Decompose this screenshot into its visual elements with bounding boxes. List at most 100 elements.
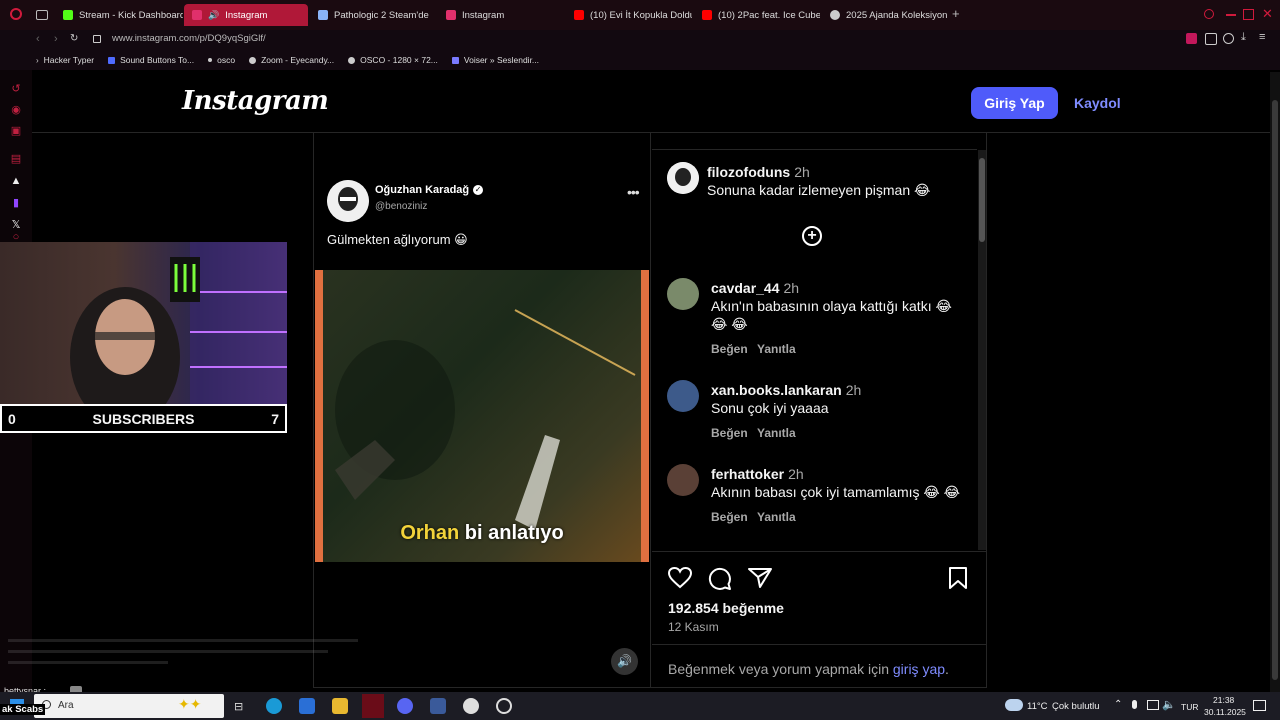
- store-icon[interactable]: [299, 698, 315, 714]
- weather-cloud-icon[interactable]: [1005, 699, 1023, 711]
- tab-pathologic-steam[interactable]: Pathologic 2 Steam'de: [310, 4, 436, 26]
- comment-avatar[interactable]: [667, 464, 699, 496]
- comment-header: cavdar_44 2h: [711, 280, 799, 296]
- comment-like-button[interactable]: Beğen: [711, 342, 748, 356]
- comment-reply-button[interactable]: Yanıtla: [757, 342, 796, 356]
- author-avatar[interactable]: [327, 180, 369, 222]
- clock-time[interactable]: 21:38: [1213, 695, 1234, 705]
- address-bar-row: ‹ › ↻ www.instagram.com/p/DQ9yqSgiGlf/ ⤓…: [0, 30, 1280, 50]
- login-prompt-link[interactable]: giriş yap: [893, 661, 945, 677]
- clock-date[interactable]: 30.11.2025: [1204, 707, 1246, 717]
- tab-overview-icon[interactable]: [36, 10, 48, 20]
- tab-youtube-2[interactable]: (10) 2Pac feat. Ice Cube: [694, 4, 820, 26]
- tray-chevron-icon[interactable]: ⌃: [1114, 699, 1122, 710]
- bookmark-zoom-eyecandy[interactable]: Zoom - Eyecandy...: [249, 55, 334, 65]
- forward-icon[interactable]: ›: [54, 33, 58, 45]
- close-window-button[interactable]: ✕: [1262, 6, 1273, 22]
- post-caption: Gülmekten ağlıyorum 😀: [327, 232, 468, 247]
- comment-avatar[interactable]: [667, 380, 699, 412]
- notifications-icon[interactable]: [1253, 700, 1266, 711]
- comment-reply-button[interactable]: Yanıtla: [757, 426, 796, 440]
- tab-instagram-active[interactable]: 🔊 Instagram: [184, 4, 308, 26]
- discord-icon[interactable]: [397, 698, 413, 714]
- comment-username[interactable]: ferhattoker: [711, 466, 784, 482]
- maximize-button[interactable]: [1243, 9, 1254, 20]
- comment-username[interactable]: cavdar_44: [711, 280, 780, 296]
- comment-username[interactable]: xan.books.lankaran: [711, 382, 842, 398]
- bookmark-voiser[interactable]: Voiser » Seslendir...: [451, 55, 539, 65]
- profile-icon[interactable]: [1223, 33, 1234, 44]
- tab-kick-dashboard[interactable]: Stream - Kick Dashboard: [55, 4, 183, 26]
- sidebar-aria-icon[interactable]: ▲: [9, 174, 23, 188]
- download-icon[interactable]: ⤓: [1241, 31, 1246, 44]
- file-explorer-icon[interactable]: [332, 698, 348, 714]
- sidebar-history-icon[interactable]: ↺: [9, 82, 23, 96]
- author-name[interactable]: Oğuzhan Karadağ: [375, 184, 469, 196]
- video-subtitle: Orhan bi anlatıyo: [400, 522, 564, 544]
- tab-youtube-1[interactable]: (10) Evi İt Kopukla Doldur: [566, 4, 692, 26]
- author-handle[interactable]: @benoziniz: [375, 201, 427, 212]
- new-tab-button[interactable]: +: [952, 7, 960, 20]
- back-icon[interactable]: ‹: [36, 33, 40, 45]
- login-prompt: Beğenmek veya yorum yapmak için giriş ya…: [668, 661, 949, 677]
- taskbar-search-box[interactable]: Ara ✦✦: [34, 694, 224, 718]
- instagram-icon: [446, 10, 456, 20]
- bookmark-osco[interactable]: osco: [208, 55, 235, 65]
- youtube-icon: [574, 10, 584, 20]
- comment-avatar[interactable]: [667, 162, 699, 194]
- comment-like-button[interactable]: Beğen: [711, 510, 748, 524]
- likes-count[interactable]: 192.854 beğenme: [668, 600, 784, 616]
- microphone-icon[interactable]: [1132, 700, 1137, 709]
- opera-logo-icon[interactable]: [10, 8, 22, 20]
- bookmark-osco-1280[interactable]: OSCO - 1280 × 72...: [348, 55, 438, 65]
- sidebar-chat-icon[interactable]: ▣: [9, 124, 23, 138]
- comment-avatar[interactable]: [667, 278, 699, 310]
- comment-like-button[interactable]: Beğen: [711, 426, 748, 440]
- sidebar-messenger-icon[interactable]: ◉: [9, 103, 23, 117]
- webcam-overlay: [0, 242, 287, 404]
- speaker-icon[interactable]: 🔊: [208, 10, 219, 21]
- network-icon[interactable]: [1147, 700, 1159, 710]
- instagram-logo[interactable]: Instagram: [182, 86, 329, 116]
- weather-temp[interactable]: 11°C: [1027, 701, 1048, 712]
- mute-toggle-button[interactable]: 🔊: [611, 648, 638, 675]
- tab-instagram[interactable]: Instagram: [438, 4, 564, 26]
- edge-icon[interactable]: [266, 698, 282, 714]
- comments-scrollbar-thumb[interactable]: [979, 158, 985, 242]
- puzzle-icon[interactable]: [1205, 33, 1217, 45]
- chat-overlay: [0, 635, 380, 685]
- login-button[interactable]: Giriş Yap: [971, 87, 1058, 119]
- extension-icon[interactable]: [1186, 33, 1197, 44]
- opera-taskbar-icon[interactable]: [362, 694, 384, 718]
- minimize-button[interactable]: [1226, 14, 1236, 16]
- sidebar-twitch-icon[interactable]: ▮: [9, 196, 23, 210]
- search-placeholder: Ara: [58, 700, 74, 711]
- signup-link[interactable]: Kaydol: [1074, 95, 1121, 111]
- sidebar-image-icon[interactable]: ▤: [9, 152, 23, 166]
- more-options-icon[interactable]: •••: [627, 184, 640, 200]
- bookmark-hacker-typer[interactable]: › Hacker Typer: [36, 55, 94, 65]
- post-video[interactable]: Orhan bi anlatıyo: [315, 270, 649, 562]
- task-view-icon[interactable]: ⊟: [234, 700, 243, 713]
- language-indicator[interactable]: TUR: [1181, 702, 1198, 712]
- tab-ajanda[interactable]: 2025 Ajanda Koleksiyonu: [822, 4, 948, 26]
- search-tabs-icon[interactable]: [1204, 9, 1214, 19]
- reload-icon[interactable]: ↻: [70, 33, 78, 44]
- author-name-row: Oğuzhan Karadağ ✓: [375, 184, 484, 196]
- comment-username[interactable]: filozofoduns: [707, 164, 790, 180]
- save-bookmark-icon[interactable]: [948, 567, 968, 589]
- steam-taskbar-icon[interactable]: [463, 698, 479, 714]
- page-scrollbar-thumb[interactable]: [1272, 100, 1278, 680]
- volume-icon[interactable]: 🔈: [1162, 698, 1176, 711]
- comment-reply-button[interactable]: Yanıtla: [757, 510, 796, 524]
- url-field[interactable]: www.instagram.com/p/DQ9yqSgiGlf/: [112, 33, 266, 44]
- load-more-comments-icon[interactable]: +: [802, 226, 822, 246]
- like-heart-icon[interactable]: [668, 567, 692, 589]
- menu-icon[interactable]: ≡: [1259, 31, 1265, 43]
- settings-gear-icon[interactable]: [496, 698, 512, 714]
- weather-text[interactable]: Çok bulutlu: [1052, 701, 1100, 712]
- bookmark-sound-buttons[interactable]: Sound Buttons To...: [108, 55, 194, 65]
- share-send-icon[interactable]: [748, 567, 772, 589]
- obs-icon[interactable]: [430, 698, 446, 714]
- comment-bubble-icon[interactable]: [708, 567, 732, 591]
